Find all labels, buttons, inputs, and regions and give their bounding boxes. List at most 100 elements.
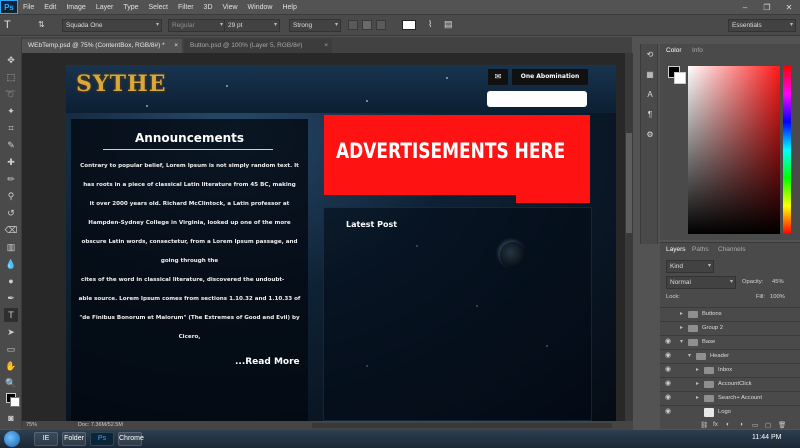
menu-image[interactable]: Image (61, 4, 90, 11)
menu-filter[interactable]: Filter (173, 4, 199, 11)
opacity-value[interactable]: 45% (772, 279, 784, 285)
tab-button[interactable]: Button.psd @ 100% (Layer 5, RGB/8#) × (184, 39, 332, 53)
visibility-eye-icon[interactable]: ◉ (665, 408, 673, 416)
menu-3d[interactable]: 3D (199, 4, 218, 11)
trash-icon[interactable]: 🗑 (778, 421, 786, 429)
hand-tool-icon[interactable]: ✋ (4, 359, 18, 373)
new-layer-icon[interactable]: ▢ (765, 421, 771, 429)
background-color-swatch[interactable] (10, 397, 20, 407)
healing-brush-tool-icon[interactable]: ✚ (4, 155, 18, 169)
tab-close-icon[interactable]: × (324, 39, 328, 53)
layer-row[interactable]: ◉ ▸ Search+ Account (660, 391, 800, 404)
font-size-select[interactable]: 29 pt ▾ (224, 19, 280, 32)
scrollbar-thumb[interactable] (626, 133, 632, 233)
expand-arrow-icon[interactable]: ▸ (680, 324, 683, 331)
layer-row[interactable]: ◉ Logo (660, 405, 800, 418)
visibility-eye-icon[interactable] (665, 310, 673, 318)
marquee-tool-icon[interactable]: ⬚ (4, 70, 18, 84)
align-center-icon[interactable] (362, 20, 372, 30)
photoshop-taskbar-icon[interactable]: Ps (90, 432, 114, 446)
fx-icon[interactable]: fx (713, 421, 718, 428)
crop-tool-icon[interactable]: ⌗ (4, 121, 18, 135)
link-icon[interactable]: ⛓ (700, 421, 708, 429)
expand-arrow-icon[interactable]: ▸ (696, 380, 699, 387)
menu-layer[interactable]: Layer (91, 4, 119, 11)
gradient-tool-icon[interactable]: ▥ (4, 240, 18, 254)
visibility-eye-icon[interactable]: ◉ (665, 394, 673, 402)
visibility-eye-icon[interactable]: ◉ (665, 380, 673, 388)
menu-type[interactable]: Type (118, 4, 143, 11)
character-panel-icon[interactable]: A (644, 90, 656, 102)
file-explorer-icon[interactable]: Folder (62, 432, 86, 446)
site-search-input[interactable] (487, 91, 587, 107)
eyedropper-tool-icon[interactable]: ✎ (4, 138, 18, 152)
group-icon[interactable]: ▭ (752, 421, 758, 429)
menu-view[interactable]: View (218, 4, 243, 11)
zoom-level[interactable]: 75% (26, 422, 37, 428)
move-tool-icon[interactable]: ✥ (4, 53, 18, 67)
menu-window[interactable]: Window (243, 4, 278, 11)
blur-tool-icon[interactable]: 💧 (4, 257, 18, 271)
layer-row[interactable]: ▸ Buttons (660, 307, 800, 320)
warp-text-icon[interactable]: ⌇ (428, 19, 432, 30)
tab-webtemp[interactable]: WEbTemp.psd @ 75% (ContentBox, RGB/8#) *… (22, 39, 182, 53)
menu-help[interactable]: Help (277, 4, 301, 11)
magic-wand-tool-icon[interactable]: ✦ (4, 104, 18, 118)
visibility-eye-icon[interactable]: ◉ (665, 338, 673, 346)
text-orientation-icon[interactable]: ⇅ (38, 19, 48, 31)
workspace-select[interactable]: Essentials ▾ (728, 19, 796, 32)
align-left-icon[interactable] (348, 20, 358, 30)
mask-icon[interactable]: ◐ (726, 421, 730, 428)
expand-arrow-icon[interactable]: ▸ (696, 366, 699, 373)
layer-row[interactable]: ◉ ▾ Base (660, 335, 800, 348)
adjustment-icon[interactable]: ◑ (739, 421, 743, 428)
shape-tool-icon[interactable]: ▭ (4, 342, 18, 356)
layer-row[interactable]: ◉ ▾ Header (660, 349, 800, 362)
path-selection-tool-icon[interactable]: ➤ (4, 325, 18, 339)
dodge-tool-icon[interactable]: ● (4, 274, 18, 288)
eraser-tool-icon[interactable]: ⌫ (4, 223, 18, 237)
zoom-tool-icon[interactable]: 🔍 (4, 376, 18, 390)
clone-stamp-tool-icon[interactable]: ⚲ (4, 189, 18, 203)
close-icon[interactable]: ✕ (778, 0, 800, 14)
layer-row[interactable]: ▸ Group 2 (660, 321, 800, 334)
layer-row[interactable]: ◉ ▸ AccountClick (660, 377, 800, 390)
expand-arrow-icon[interactable]: ▸ (696, 394, 699, 401)
type-tool-preset-icon[interactable]: T (4, 18, 16, 32)
canvas-horizontal-scrollbar[interactable] (312, 423, 612, 428)
history-brush-tool-icon[interactable]: ↺ (4, 206, 18, 220)
expand-arrow-icon[interactable]: ▾ (680, 338, 683, 345)
tab-channels[interactable]: Channels (718, 246, 745, 253)
font-family-select[interactable]: Squada One ▾ (62, 19, 162, 32)
background-swatch[interactable] (674, 72, 686, 84)
paragraph-panel-icon[interactable]: ¶ (644, 110, 656, 122)
lasso-tool-icon[interactable]: ➰ (4, 87, 18, 101)
expand-arrow-icon[interactable]: ▾ (688, 352, 691, 359)
tab-info[interactable]: Info (692, 47, 703, 54)
document-canvas[interactable]: SYTHE ✉ One Abomination Announcements Co… (66, 65, 616, 421)
menu-edit[interactable]: Edit (39, 4, 61, 11)
brush-tool-icon[interactable]: ✏ (4, 172, 18, 186)
canvas-vertical-scrollbar[interactable] (625, 53, 633, 421)
fill-value[interactable]: 100% (770, 294, 785, 300)
tab-close-icon[interactable]: × (174, 39, 178, 53)
tool-presets-icon[interactable]: ⚙ (644, 130, 656, 142)
hue-slider[interactable] (783, 66, 791, 234)
character-panel-icon[interactable]: ▤ (444, 19, 453, 30)
quick-mask-icon[interactable]: ◙ (4, 411, 18, 425)
read-more-link[interactable]: ...Read More (235, 357, 300, 367)
visibility-eye-icon[interactable] (665, 324, 673, 332)
align-right-icon[interactable] (376, 20, 386, 30)
properties-panel-icon[interactable]: ▦ (644, 70, 656, 82)
color-picker-field[interactable] (688, 66, 780, 234)
maximize-icon[interactable]: ❐ (756, 0, 778, 14)
antialias-select[interactable]: Strong ▾ (289, 19, 341, 32)
mail-icon[interactable]: ✉ (488, 69, 508, 85)
chrome-icon[interactable]: Chrome (118, 432, 144, 446)
expand-arrow-icon[interactable]: ▸ (680, 310, 683, 317)
menu-file[interactable]: File (18, 4, 39, 11)
canvas-area[interactable]: SYTHE ✉ One Abomination Announcements Co… (22, 53, 625, 421)
account-button[interactable]: One Abomination (512, 69, 588, 85)
blend-mode-select[interactable]: Normal ▾ (666, 276, 736, 289)
start-button[interactable] (4, 431, 20, 447)
